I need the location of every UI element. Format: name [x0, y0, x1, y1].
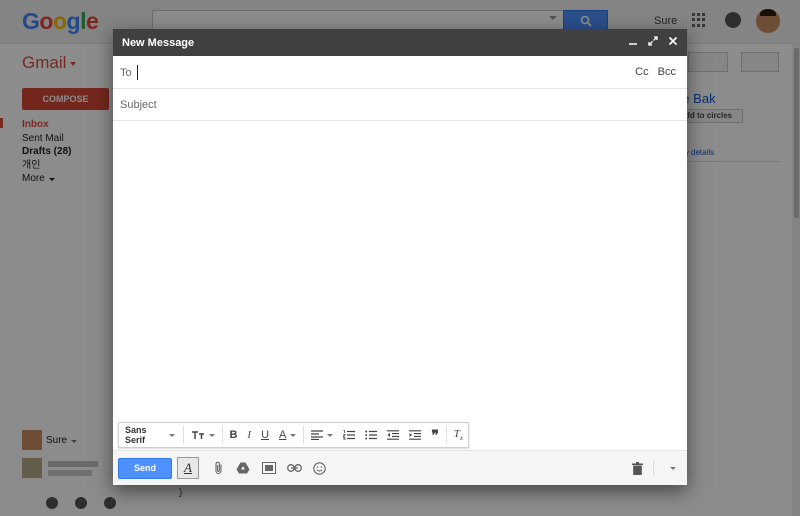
to-label: To [120, 67, 132, 79]
bold-button[interactable]: B [224, 423, 242, 447]
align-button[interactable] [306, 423, 338, 447]
to-row: To Cc Bcc [113, 56, 687, 89]
pop-out-icon[interactable] [647, 35, 659, 49]
window-controls [627, 35, 679, 49]
italic-icon: I [247, 429, 252, 441]
bulleted-list-icon [365, 430, 378, 440]
message-body[interactable] [113, 121, 687, 421]
align-left-icon [311, 430, 324, 440]
text-color-icon: A [279, 429, 287, 441]
indent-more-button[interactable] [404, 423, 426, 447]
chevron-down-icon [327, 433, 334, 437]
underline-icon: U [261, 429, 270, 441]
trash-icon [631, 461, 643, 475]
emoji-icon [312, 461, 326, 475]
bulleted-list-button[interactable] [360, 423, 382, 447]
chevron-down-icon [670, 466, 676, 470]
quote-button[interactable]: ❞ [426, 423, 444, 447]
cc-link[interactable]: Cc [635, 66, 648, 78]
formatting-options-toggle[interactable]: A [177, 457, 199, 479]
divider [445, 426, 447, 444]
paperclip-icon [215, 461, 222, 475]
close-icon[interactable] [667, 35, 679, 49]
minimize-icon[interactable] [627, 35, 639, 49]
remove-formatting-button[interactable]: Tx [449, 423, 468, 447]
compose-window: New Message To Cc Bcc Sans Serif B I U A [113, 29, 687, 485]
send-button[interactable]: Send [118, 458, 172, 479]
underline-button[interactable]: U [256, 423, 274, 447]
divider [221, 426, 223, 444]
insert-emoji-button[interactable] [310, 459, 328, 477]
numbered-list-icon [343, 430, 356, 440]
text-format-icon: A [184, 460, 192, 475]
to-field[interactable] [137, 65, 637, 80]
attach-files-button[interactable] [210, 459, 228, 477]
more-options-button[interactable] [662, 459, 680, 477]
bcc-link[interactable]: Bcc [658, 66, 676, 78]
insert-link-button[interactable] [285, 459, 303, 477]
bold-icon: B [229, 429, 238, 441]
subject-row [113, 89, 687, 121]
drive-button[interactable] [234, 459, 252, 477]
discard-draft-button[interactable] [628, 459, 646, 477]
compose-header[interactable]: New Message [113, 29, 687, 56]
compose-title: New Message [122, 37, 195, 49]
link-icon [286, 464, 302, 472]
font-family-label: Sans Serif [125, 425, 147, 445]
compose-footer: Send A [113, 450, 687, 485]
remove-formatting-icon: Tx [453, 427, 464, 443]
chevron-down-icon [168, 433, 175, 437]
italic-button[interactable]: I [242, 423, 256, 447]
divider [653, 460, 654, 476]
chevron-down-icon [208, 433, 215, 437]
formatting-toolbar: Sans Serif B I U A ❞ Tx [118, 422, 469, 448]
divider [303, 426, 305, 444]
indent-more-icon [409, 430, 422, 440]
subject-field[interactable] [120, 97, 670, 113]
google-drive-icon [236, 462, 250, 474]
divider [182, 426, 184, 444]
font-family-select[interactable]: Sans Serif [119, 423, 181, 447]
quote-icon: ❞ [431, 426, 439, 443]
numbered-list-button[interactable] [338, 423, 360, 447]
photo-icon [262, 462, 276, 474]
text-color-button[interactable]: A [274, 423, 301, 447]
insert-photo-button[interactable] [260, 459, 278, 477]
chevron-down-icon [290, 433, 297, 437]
text-size-icon [191, 431, 204, 439]
indent-less-button[interactable] [382, 423, 404, 447]
indent-less-icon [387, 430, 400, 440]
font-size-button[interactable] [186, 423, 220, 447]
cc-bcc-links: Cc Bcc [629, 66, 676, 78]
